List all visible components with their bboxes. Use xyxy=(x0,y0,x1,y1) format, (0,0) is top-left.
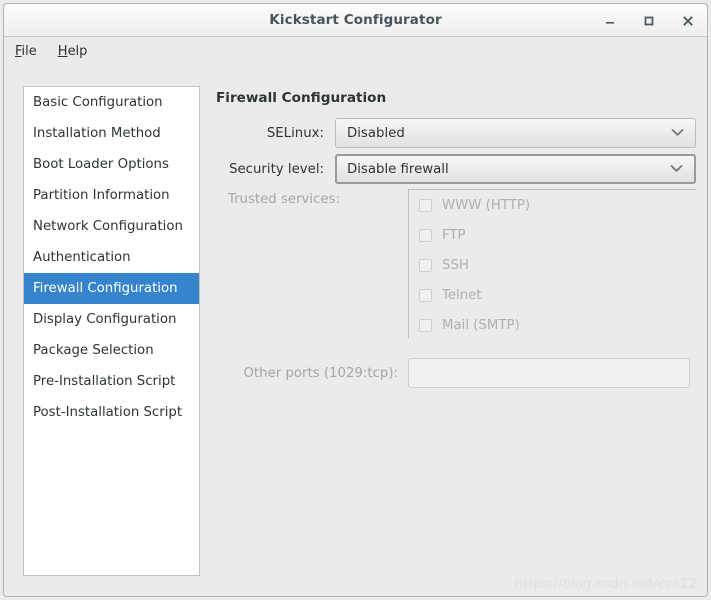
trusted-service-label: SSH xyxy=(442,257,469,273)
sidebar-item-post-installation-script[interactable]: Post-Installation Script xyxy=(24,397,199,428)
minimize-icon[interactable] xyxy=(599,10,621,32)
selinux-label: SELinux: xyxy=(266,125,324,141)
trusted-services-frame: WWW (HTTP) FTP SSH Telnet Mail (SMTP) xyxy=(408,189,696,338)
menu-help[interactable]: Help xyxy=(56,42,90,61)
window-controls xyxy=(599,4,699,38)
other-ports-input[interactable] xyxy=(408,358,690,388)
security-level-value: Disable firewall xyxy=(347,161,449,177)
security-level-row: Security level: Disable firewall xyxy=(216,154,696,184)
trusted-service-ssh[interactable]: SSH xyxy=(409,250,696,280)
trusted-services-label: Trusted services: xyxy=(227,192,340,207)
trusted-service-label: WWW (HTTP) xyxy=(442,197,531,213)
selinux-row: SELinux: Disabled xyxy=(216,118,696,148)
other-ports-label: Other ports (1029:tcp): xyxy=(243,366,398,381)
security-level-dropdown[interactable]: Disable firewall xyxy=(335,154,696,184)
menubar: File Help xyxy=(4,38,707,64)
watermark: https://blog.csdn.net/ccc22 xyxy=(514,577,697,592)
maximize-icon[interactable] xyxy=(638,10,660,32)
checkbox-icon[interactable] xyxy=(419,288,432,302)
selinux-dropdown[interactable]: Disabled xyxy=(335,118,696,148)
trusted-service-ftp[interactable]: FTP xyxy=(409,220,696,250)
menu-file-rest: ile xyxy=(21,43,37,59)
sidebar-list[interactable]: Basic Configuration Installation Method … xyxy=(23,86,200,576)
checkbox-icon[interactable] xyxy=(419,258,432,272)
sidebar-item-package-selection[interactable]: Package Selection xyxy=(24,335,199,366)
sidebar-item-basic-configuration[interactable]: Basic Configuration xyxy=(24,87,199,118)
trusted-service-www-http[interactable]: WWW (HTTP) xyxy=(409,190,696,220)
trusted-service-label: Mail (SMTP) xyxy=(442,317,520,333)
menu-file[interactable]: File xyxy=(13,42,39,61)
page-title: Firewall Configuration xyxy=(216,90,387,106)
trusted-service-telnet[interactable]: Telnet xyxy=(409,280,696,310)
sidebar-item-display-configuration[interactable]: Display Configuration xyxy=(24,304,199,335)
selinux-value: Disabled xyxy=(347,125,405,141)
menu-help-rest: elp xyxy=(67,43,88,59)
sidebar-item-pre-installation-script[interactable]: Pre-Installation Script xyxy=(24,366,199,397)
trusted-service-label: FTP xyxy=(442,227,466,243)
sidebar-item-authentication[interactable]: Authentication xyxy=(24,242,199,273)
checkbox-icon[interactable] xyxy=(419,318,432,332)
checkbox-icon[interactable] xyxy=(419,198,432,212)
menu-help-mnemonic: H xyxy=(57,43,68,59)
chevron-down-icon xyxy=(670,162,683,177)
kickstart-configurator-window: Kickstart Configurator File Help Basic C… xyxy=(0,0,711,600)
titlebar[interactable]: Kickstart Configurator xyxy=(3,3,708,37)
close-icon[interactable] xyxy=(677,10,699,32)
chevron-down-icon xyxy=(671,126,684,141)
sidebar-item-firewall-configuration[interactable]: Firewall Configuration xyxy=(24,273,199,304)
sidebar-item-boot-loader-options[interactable]: Boot Loader Options xyxy=(24,149,199,180)
sidebar-item-network-configuration[interactable]: Network Configuration xyxy=(24,211,199,242)
checkbox-icon[interactable] xyxy=(419,228,432,242)
sidebar-item-installation-method[interactable]: Installation Method xyxy=(24,118,199,149)
security-level-label: Security level: xyxy=(229,161,324,177)
sidebar-item-partition-information[interactable]: Partition Information xyxy=(24,180,199,211)
trusted-service-mail-smtp[interactable]: Mail (SMTP) xyxy=(409,310,696,340)
firewall-configuration-panel: Firewall Configuration SELinux: Disabled… xyxy=(216,86,696,576)
body-area: Basic Configuration Installation Method … xyxy=(4,66,707,596)
trusted-service-label: Telnet xyxy=(442,287,482,303)
